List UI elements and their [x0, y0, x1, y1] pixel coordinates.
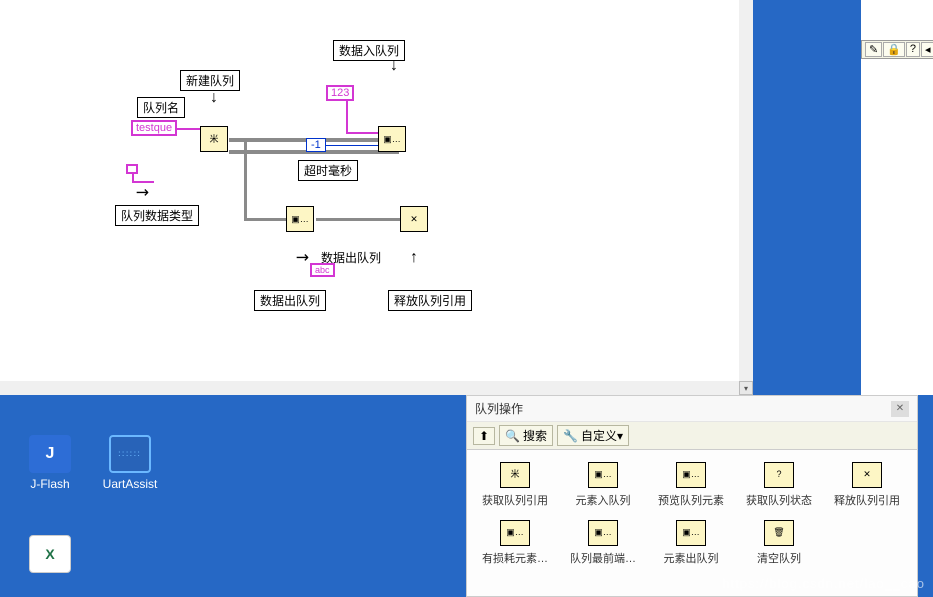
arrow-icon: ↗	[131, 183, 152, 204]
enqueue-node[interactable]: ▣…	[378, 126, 406, 152]
palette-item-front[interactable]: ▣… 队列最前端…	[559, 516, 647, 574]
queue-icon: ▣…	[676, 462, 706, 488]
uartassist-label: UartAssist	[95, 477, 165, 491]
desktop-area[interactable]: J J-Flash ∷∷∷ UartAssist X	[0, 395, 466, 597]
arrow-icon: ↗	[291, 248, 312, 269]
queue-name-constant[interactable]: testque	[131, 120, 177, 136]
up-button[interactable]: ⬆	[473, 427, 495, 445]
palette-item-release[interactable]: ✕ 释放队列引用	[823, 458, 911, 516]
palette-title-text: 队列操作	[475, 400, 523, 417]
palette-item-enqueue[interactable]: ▣… 元素入队列	[559, 458, 647, 516]
queue-icon: ▣…	[676, 520, 706, 546]
palette-item-preview[interactable]: ▣… 预览队列元素	[647, 458, 735, 516]
palette-toolbar: ⬆ 🔍 搜索 🔧 自定义▾	[467, 422, 917, 450]
arrow-icon: ↓	[210, 90, 218, 106]
new-queue-label: 新建队列	[180, 70, 240, 91]
block-diagram-canvas[interactable]: 队列名 testque 新建队列 ↓ 米 ↗ 队列数据类型 数据入队列 ↓ 12…	[0, 0, 753, 395]
uartassist-shortcut[interactable]: ∷∷∷ UartAssist	[95, 435, 165, 491]
wire	[346, 132, 380, 134]
functions-palette[interactable]: 队列操作 ✕ ⬆ 🔍 搜索 🔧 自定义▾ 米 获取队列引用 ▣… 元素入队列 ▣…	[466, 395, 918, 597]
palette-item-obtain-queue[interactable]: 米 获取队列引用	[471, 458, 559, 516]
palette-item-label: 获取队列引用	[473, 492, 557, 508]
scroll-down-icon[interactable]: ▾	[739, 381, 753, 395]
const-123[interactable]: 123	[326, 85, 354, 101]
palette-row: ▣… 有损耗元素… ▣… 队列最前端… ▣… 元素出队列 🗑 清空队列	[471, 516, 913, 574]
palette-item-lossy[interactable]: ▣… 有损耗元素…	[471, 516, 559, 574]
palette-item-label: 有损耗元素…	[473, 550, 557, 566]
help-icon[interactable]: ?	[906, 42, 920, 57]
palette-item-label: 预览队列元素	[649, 492, 733, 508]
dequeue-label: 数据出队列	[254, 290, 326, 311]
tool-icon[interactable]: ✎	[865, 42, 882, 57]
palette-item-label: 元素入队列	[561, 492, 645, 508]
search-label: 搜索	[523, 427, 547, 444]
timeout-label: 超时毫秒	[298, 160, 358, 181]
obtain-queue-node[interactable]: 米	[200, 126, 228, 152]
datatype-label: 队列数据类型	[115, 205, 199, 226]
dequeue-node[interactable]: ▣…	[286, 206, 314, 232]
wire	[326, 145, 380, 146]
datatype-constant[interactable]	[126, 164, 138, 174]
palette-item-label: 释放队列引用	[825, 492, 909, 508]
palette-item-flush[interactable]: 🗑 清空队列	[735, 516, 823, 574]
jflash-icon: J	[29, 435, 71, 473]
palette-item-label: 元素出队列	[649, 550, 733, 566]
abc-indicator[interactable]: abc	[310, 263, 335, 277]
palette-row: 米 获取队列引用 ▣… 元素入队列 ▣… 预览队列元素 ? 获取队列状态 ✕ 释…	[471, 458, 913, 516]
arrow-icon: ↓	[390, 58, 398, 74]
palette-item-label: 获取队列状态	[737, 492, 821, 508]
palette-item-label: 队列最前端…	[561, 550, 645, 566]
queue-icon: ?	[764, 462, 794, 488]
queue-name-label: 队列名	[137, 97, 185, 118]
wrench-icon: 🔧	[563, 429, 578, 443]
collapse-icon[interactable]: ◂	[921, 42, 933, 57]
wire	[177, 128, 200, 130]
excel-shortcut[interactable]: X	[15, 535, 85, 577]
search-icon: 🔍	[505, 429, 520, 443]
palette-item-label: 清空队列	[737, 550, 821, 566]
jflash-label: J-Flash	[15, 477, 85, 491]
customize-button[interactable]: 🔧 自定义▾	[557, 425, 629, 446]
customize-label: 自定义▾	[581, 427, 623, 444]
palette-item-status[interactable]: ? 获取队列状态	[735, 458, 823, 516]
palette-item-dequeue[interactable]: ▣… 元素出队列	[647, 516, 735, 574]
queue-icon: ✕	[852, 462, 882, 488]
jflash-shortcut[interactable]: J J-Flash	[15, 435, 85, 491]
queue-icon: ▣…	[588, 462, 618, 488]
excel-icon: X	[29, 535, 71, 573]
queue-icon: ▣…	[500, 520, 530, 546]
uart-icon: ∷∷∷	[109, 435, 151, 473]
queue-icon: 米	[500, 462, 530, 488]
search-button[interactable]: 🔍 搜索	[499, 425, 553, 446]
context-help-toolbar[interactable]: ✎ 🔒 ? ◂	[861, 40, 933, 59]
wire	[316, 218, 400, 221]
palette-titlebar[interactable]: 队列操作 ✕	[467, 396, 917, 422]
queue-icon: 🗑	[764, 520, 794, 546]
wire	[244, 140, 247, 218]
timeout-constant[interactable]: -1	[306, 138, 326, 152]
wire	[244, 218, 286, 221]
right-panel-sliver: ✎ 🔒 ? ◂	[843, 0, 933, 395]
release-queue-node[interactable]: ✕	[400, 206, 428, 232]
palette-body: 米 获取队列引用 ▣… 元素入队列 ▣… 预览队列元素 ? 获取队列状态 ✕ 释…	[467, 450, 917, 596]
release-label: 释放队列引用	[388, 290, 472, 311]
arrow-icon: ↑	[410, 250, 418, 266]
lock-icon[interactable]: 🔒	[883, 42, 905, 57]
queue-icon: ▣…	[588, 520, 618, 546]
close-icon[interactable]: ✕	[891, 401, 909, 417]
